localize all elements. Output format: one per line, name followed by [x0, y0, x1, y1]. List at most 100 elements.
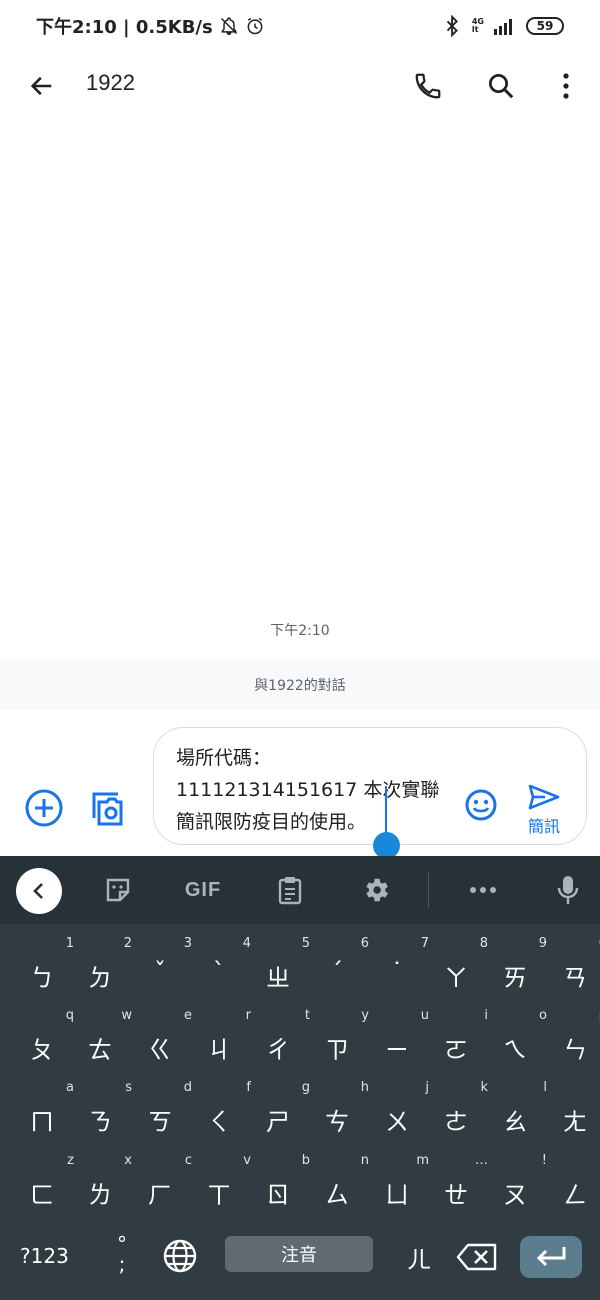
key-hint: u: [420, 1008, 429, 1023]
keyboard-settings-button[interactable]: [358, 872, 394, 908]
collapse-toolbar-button[interactable]: [16, 868, 62, 914]
key-2-0[interactable]: aㄇ: [22, 1078, 80, 1144]
key-label: ㄚ: [444, 964, 468, 992]
key-0-9[interactable]: 0ㄢ: [555, 934, 600, 1000]
key-2-5[interactable]: hㄘ: [317, 1078, 375, 1144]
key-1-9[interactable]: pㄣ: [555, 1006, 600, 1072]
call-button[interactable]: [408, 66, 448, 106]
battery-indicator: 59: [526, 17, 564, 35]
key-3-0[interactable]: zㄈ: [22, 1151, 80, 1217]
key-label: ㄧ: [385, 1036, 409, 1064]
status-left: 下午2:10 | 0.5KB/s: [36, 13, 265, 39]
key-hint: 2: [123, 936, 132, 951]
key-3-5[interactable]: nㄙ: [317, 1151, 375, 1217]
voice-input-button[interactable]: [552, 872, 584, 908]
key-hint: 9: [538, 936, 547, 951]
key-label: ㄙ: [325, 1181, 349, 1209]
backspace-key[interactable]: [455, 1242, 499, 1272]
battery-level: 59: [536, 19, 554, 33]
key-1-5[interactable]: yㄗ: [317, 1006, 375, 1072]
key-3-1[interactable]: xㄌ: [80, 1151, 138, 1217]
key-0-1[interactable]: 2ㄉ: [80, 934, 138, 1000]
key-2-2[interactable]: dㄎ: [140, 1078, 198, 1144]
key-1-1[interactable]: wㄊ: [80, 1006, 138, 1072]
send-button[interactable]: 簡訊: [519, 783, 569, 839]
er-key[interactable]: ㄦ: [402, 1240, 436, 1275]
search-button[interactable]: [481, 66, 521, 106]
conversation-banner: 與1922的對話: [0, 660, 600, 710]
alarm-icon: [247, 17, 263, 35]
key-0-3[interactable]: 4ˋ: [199, 934, 257, 1000]
keyboard: GIF 1 ㄅ 2 ㄉ 3 ˇ 4 ˋ 5 ㄓ 6 ˊ 7 ˙ 8 ㄚ 9 ㄞ …: [0, 856, 600, 1300]
key-2-6[interactable]: jㄨ: [377, 1078, 435, 1144]
message-input[interactable]: 場所代碼： 111121314151617 本次實聯簡訊限防疫目的使用。 簡訊: [153, 727, 587, 845]
language-key[interactable]: [162, 1238, 198, 1274]
caret-handle[interactable]: [373, 832, 400, 859]
search-icon: [489, 74, 514, 99]
bluetooth-icon: [446, 15, 458, 37]
key-hint: b: [301, 1153, 310, 1168]
key-3-8[interactable]: ! ㄡ: [495, 1151, 553, 1217]
gallery-camera-button[interactable]: [88, 788, 130, 828]
back-arrow-icon: [30, 76, 52, 96]
key-label: ˇ: [154, 958, 166, 986]
key-3-3[interactable]: vㄒ: [199, 1151, 257, 1217]
key-3-6[interactable]: mㄩ: [377, 1151, 435, 1217]
key-2-3[interactable]: fㄑ: [199, 1078, 257, 1144]
send-icon: [528, 784, 560, 810]
key-hint: !: [541, 1153, 547, 1168]
backspace-icon: [456, 1243, 497, 1271]
more-tools-button[interactable]: [466, 872, 500, 908]
key-hint: q: [65, 1008, 74, 1023]
key-2-4[interactable]: gㄕ: [258, 1078, 316, 1144]
key-label: ㄎ: [148, 1108, 172, 1136]
message-input-text[interactable]: 場所代碼： 111121314151617 本次實聯簡訊限防疫目的使用。: [176, 742, 456, 838]
key-2-7[interactable]: kㄜ: [436, 1078, 494, 1144]
key-3-2[interactable]: cㄏ: [140, 1151, 198, 1217]
key-label: ㄏ: [148, 1181, 172, 1209]
symbols-key[interactable]: ?123: [20, 1244, 69, 1268]
punctuation-top: °: [117, 1232, 127, 1256]
more-options-button[interactable]: [546, 66, 586, 106]
key-0-2[interactable]: 3ˇ: [140, 934, 198, 1000]
key-hint: g: [301, 1080, 310, 1095]
punctuation-key[interactable]: ° ;: [110, 1234, 134, 1274]
key-1-6[interactable]: uㄧ: [377, 1006, 435, 1072]
key-0-4[interactable]: 5ㄓ: [258, 934, 316, 1000]
sticker-button[interactable]: [102, 872, 134, 908]
key-0-5[interactable]: 6ˊ: [317, 934, 375, 1000]
key-1-7[interactable]: iㄛ: [436, 1006, 494, 1072]
key-0-7[interactable]: 8ㄚ: [436, 934, 494, 1000]
add-attachment-button[interactable]: [24, 788, 64, 828]
key-1-8[interactable]: oㄟ: [495, 1006, 553, 1072]
space-key[interactable]: 注音: [225, 1236, 373, 1272]
key-hint: f: [246, 1080, 251, 1095]
key-1-4[interactable]: tㄔ: [258, 1006, 316, 1072]
gif-button[interactable]: GIF: [180, 872, 226, 908]
app-bar: 1922: [0, 52, 600, 118]
key-3-9[interactable]: ?ㄥ: [555, 1151, 600, 1217]
key-0-0[interactable]: 1ㄅ: [22, 934, 80, 1000]
key-1-3[interactable]: rㄐ: [199, 1006, 257, 1072]
key-1-2[interactable]: eㄍ: [140, 1006, 198, 1072]
key-1-0[interactable]: qㄆ: [22, 1006, 80, 1072]
back-button[interactable]: [24, 68, 60, 104]
key-hint: r: [245, 1008, 251, 1023]
key-0-8[interactable]: 9ㄞ: [495, 934, 553, 1000]
key-2-9[interactable]: ㄤ: [555, 1078, 600, 1144]
key-3-7[interactable]: … ㄝ: [436, 1151, 494, 1217]
conversation-title: 1922: [86, 70, 135, 95]
key-0-6[interactable]: 7 ˙: [377, 934, 435, 1000]
key-2-8[interactable]: lㄠ: [495, 1078, 553, 1144]
key-row-4: zㄈxㄌcㄏvㄒbㄖnㄙmㄩ…ㄝ!ㄡ?ㄥ: [0, 1151, 600, 1217]
key-hint: w: [121, 1008, 132, 1023]
clipboard-button[interactable]: [274, 872, 306, 908]
key-label: ㄤ: [563, 1108, 587, 1136]
enter-key[interactable]: [520, 1236, 582, 1278]
emoji-button[interactable]: [464, 788, 498, 822]
key-3-4[interactable]: bㄖ: [258, 1151, 316, 1217]
phone-icon: [415, 73, 441, 99]
key-2-1[interactable]: sㄋ: [80, 1078, 138, 1144]
key-hint: k: [480, 1080, 488, 1095]
key-label: ˋ: [213, 958, 225, 986]
